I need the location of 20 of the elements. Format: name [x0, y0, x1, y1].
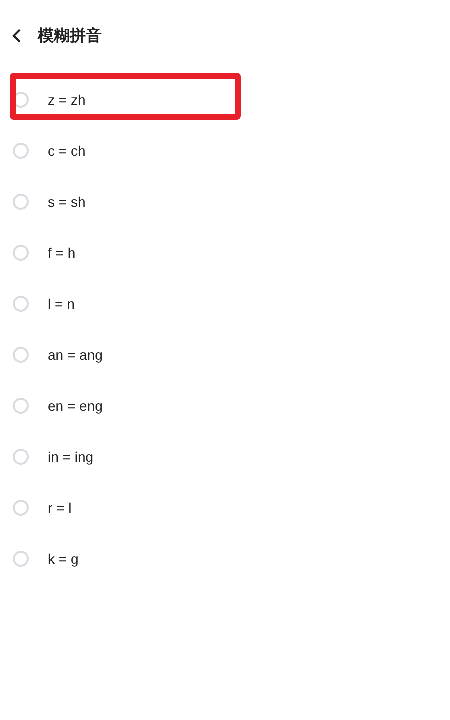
- option-label: l = n: [48, 296, 75, 312]
- option-label: f = h: [48, 244, 76, 260]
- radio-button[interactable]: [13, 194, 29, 210]
- page-title: 模糊拼音: [38, 26, 102, 46]
- radio-button[interactable]: [13, 142, 29, 158]
- option-label: z = zh: [48, 92, 86, 108]
- option-label: k = g: [48, 550, 79, 566]
- radio-button[interactable]: [13, 550, 29, 566]
- option-label: r = l: [48, 500, 72, 516]
- radio-button[interactable]: [13, 244, 29, 260]
- radio-button[interactable]: [13, 500, 29, 516]
- option-label: in = ing: [48, 448, 94, 464]
- radio-button[interactable]: [13, 398, 29, 414]
- option-label: en = eng: [48, 398, 103, 414]
- radio-button[interactable]: [13, 296, 29, 312]
- radio-button[interactable]: [13, 448, 29, 464]
- radio-button[interactable]: [13, 346, 29, 362]
- option-label: s = sh: [48, 194, 86, 210]
- option-label: c = ch: [48, 142, 86, 158]
- option-label: an = ang: [48, 346, 103, 362]
